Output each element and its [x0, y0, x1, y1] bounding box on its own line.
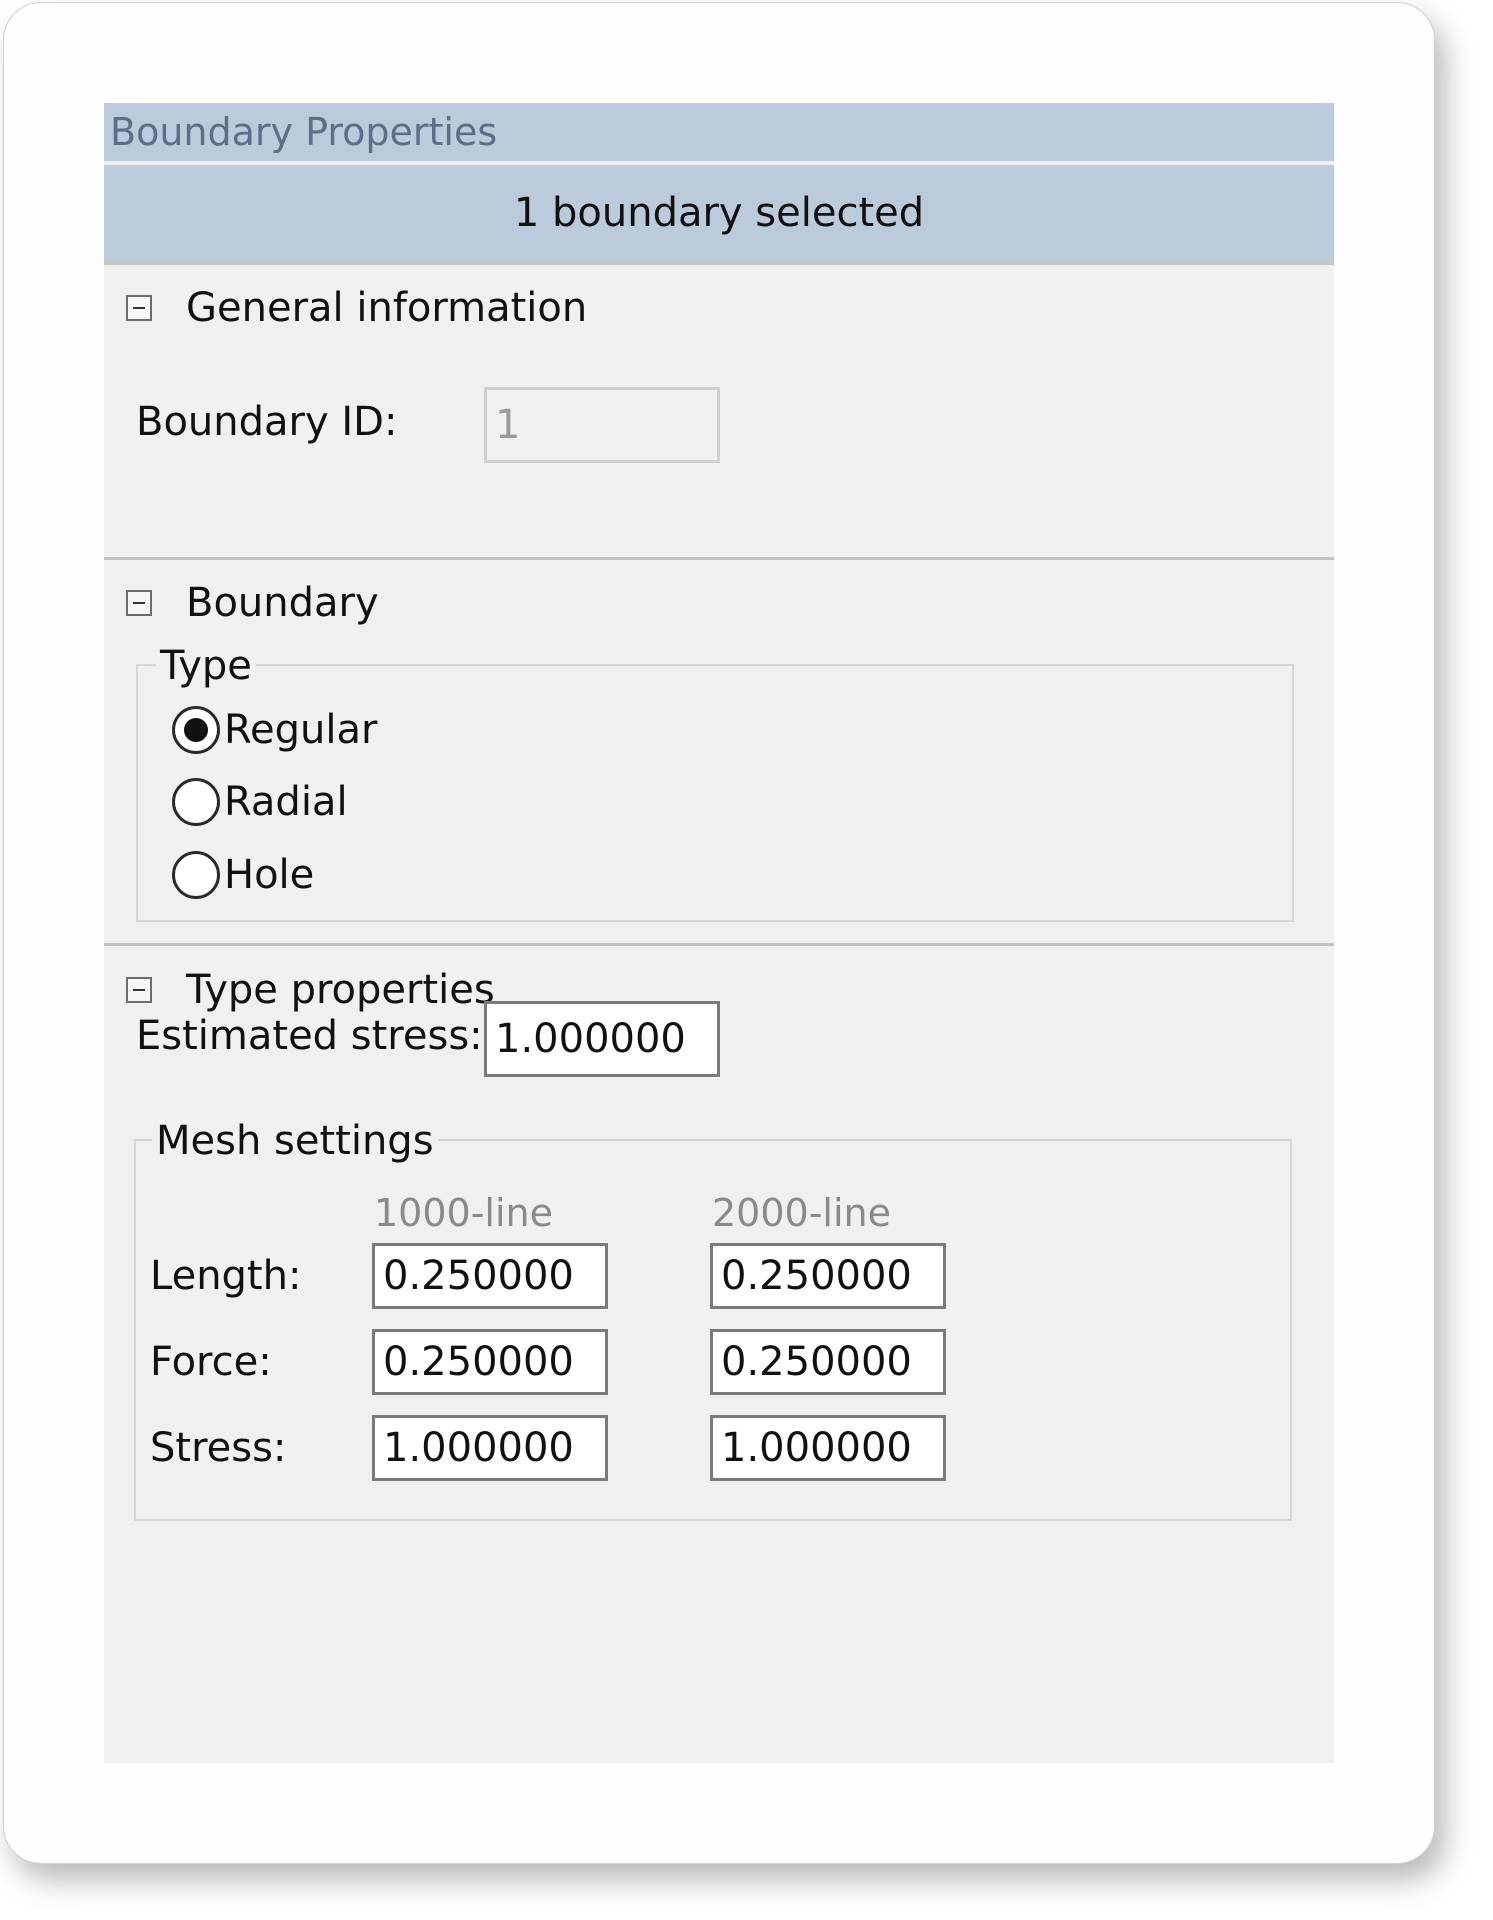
radio-unchecked-icon[interactable] — [172, 778, 220, 826]
boundary-id-field: 1 — [484, 387, 720, 463]
length-2000-input[interactable]: 0.250000 — [710, 1243, 946, 1309]
stress-1000-input[interactable]: 1.000000 — [372, 1415, 608, 1481]
estimated-stress-input[interactable]: 1.000000 — [484, 1001, 720, 1077]
stress-2000-input[interactable]: 1.000000 — [710, 1415, 946, 1481]
collapse-icon[interactable] — [126, 295, 152, 321]
section-title: Boundary — [186, 580, 379, 626]
length-label: Length: — [150, 1253, 302, 1299]
column-2000-line: 2000-line — [712, 1191, 891, 1235]
section-title: Type properties — [186, 967, 495, 1013]
collapse-icon[interactable] — [126, 590, 152, 616]
panel-title: Boundary Properties — [104, 103, 1334, 161]
force-1000-input[interactable]: 0.250000 — [372, 1329, 608, 1395]
stress-label: Stress: — [150, 1425, 287, 1471]
selection-status: 1 boundary selected — [104, 165, 1334, 265]
radio-label: Regular — [224, 707, 378, 753]
radio-regular[interactable]: Regular — [172, 703, 377, 757]
radio-label: Hole — [224, 852, 315, 898]
length-1000-input[interactable]: 0.250000 — [372, 1243, 608, 1309]
dialog-card: Boundary Properties 1 boundary selected … — [3, 2, 1435, 1864]
radio-label: Radial — [224, 779, 348, 825]
section-divider — [104, 557, 1334, 560]
radio-checked-icon[interactable] — [172, 706, 220, 754]
type-group-title: Type — [156, 643, 256, 689]
section-general-information[interactable]: General information — [126, 283, 587, 333]
force-2000-input[interactable]: 0.250000 — [710, 1329, 946, 1395]
estimated-stress-label: Estimated stress: — [136, 1013, 483, 1059]
boundary-properties-panel: Boundary Properties 1 boundary selected … — [104, 103, 1334, 1763]
section-boundary[interactable]: Boundary — [126, 578, 379, 628]
collapse-icon[interactable] — [126, 977, 152, 1003]
radio-unchecked-icon[interactable] — [172, 851, 220, 899]
force-label: Force: — [150, 1339, 272, 1385]
boundary-id-label: Boundary ID: — [136, 399, 398, 445]
radio-hole[interactable]: Hole — [172, 848, 314, 902]
section-divider — [104, 943, 1334, 946]
column-1000-line: 1000-line — [374, 1191, 553, 1235]
section-type-properties[interactable]: Type properties — [126, 965, 495, 1015]
section-title: General information — [186, 285, 588, 331]
radio-radial[interactable]: Radial — [172, 775, 348, 829]
mesh-settings-title: Mesh settings — [152, 1118, 438, 1164]
